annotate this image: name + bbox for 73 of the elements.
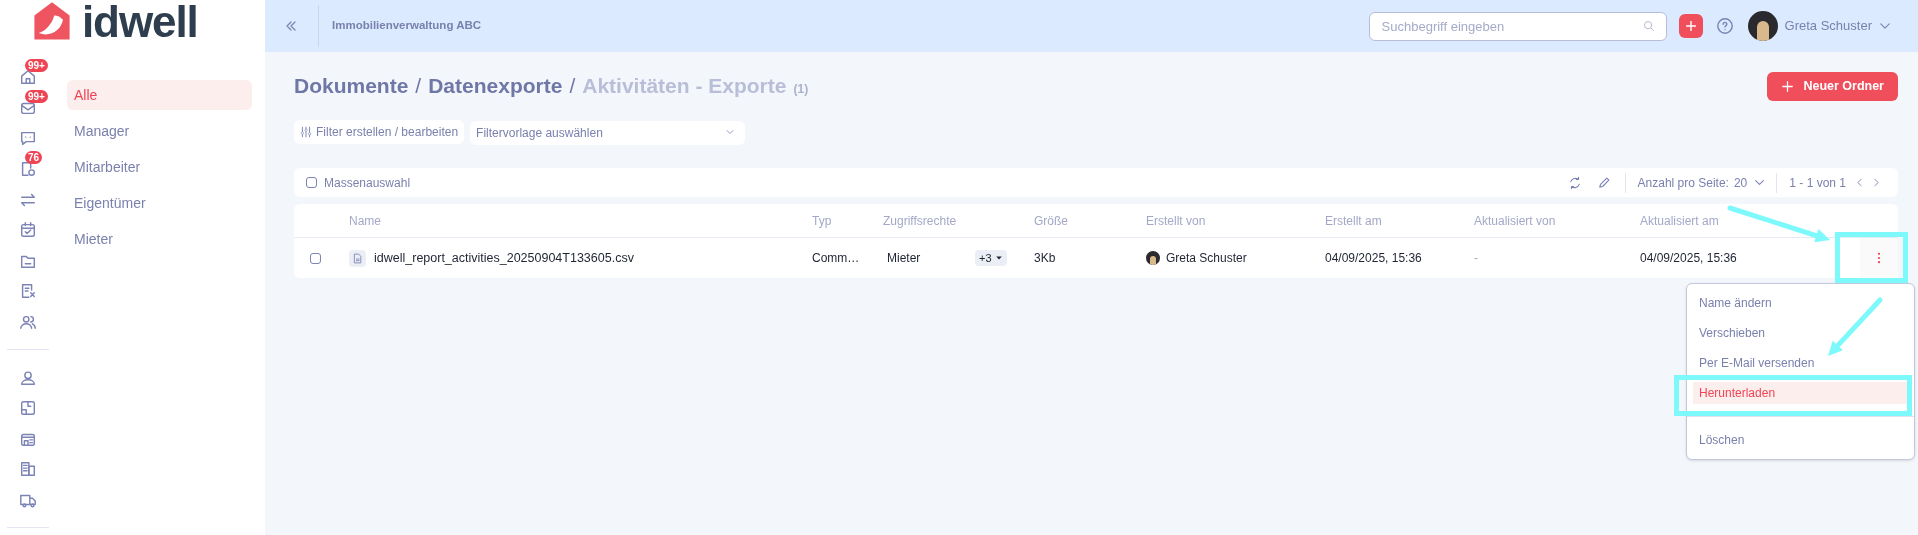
subnav-item[interactable]: Mitarbeiter [67,152,252,182]
more-access-button[interactable]: +3 [975,250,1007,266]
add-button[interactable] [1678,14,1703,38]
user-name[interactable]: Greta Schuster [1784,16,1872,36]
pagination-range: 1 - 1 von 1 [1789,174,1846,192]
logo-text: idwell [82,0,198,44]
breadcrumb-link[interactable]: Datenexporte [428,70,563,102]
search-icon [1642,19,1655,32]
plus-icon [1683,19,1698,33]
chevron-left-icon[interactable] [1854,177,1865,188]
new-folder-button[interactable]: Neuer Ordner [1767,71,1898,101]
column-header: Typ [812,212,833,230]
per-page-select[interactable]: 20 [1733,173,1767,192]
bulk-select-label[interactable]: Massenauswahl [324,173,411,192]
column-header: Erstellt von [1146,212,1207,230]
table-cell-text: 04/09/2025, 15:36 [1640,250,1738,267]
floor-plan-icon[interactable] [19,399,37,418]
item-count: (1) [793,81,809,99]
plus-icon [1781,79,1795,93]
column-header: Erstellt am [1325,212,1383,230]
pencil-icon[interactable] [1596,175,1611,190]
menu-item[interactable]: Verschieben [1693,322,1908,344]
person-icon[interactable] [19,368,37,387]
column-header: Name [349,212,382,230]
search-field[interactable]: Suchbegriff eingeben [1368,11,1667,41]
breadcrumb-separator: / [569,73,576,100]
refresh-icon[interactable] [1567,175,1582,190]
subnav-item[interactable]: Alle [67,80,252,110]
column-header: Größe [1034,212,1069,230]
user-avatar [1146,251,1160,265]
menu-item[interactable]: Name ändern [1693,292,1908,314]
breadcrumb-separator: / [415,73,422,100]
table-cell-text: - [1474,250,1479,267]
invoice-icon[interactable] [19,282,37,301]
home-icon[interactable] [19,68,37,87]
sliders-icon [300,126,312,138]
table-cell-text: Mieter [887,250,922,267]
menu-item[interactable]: Per E-Mail versenden [1693,352,1908,374]
table-cell-text: Comm… [812,250,861,267]
filter-button[interactable]: Filter erstellen / bearbeiten [294,120,465,144]
arrow [1828,297,1883,356]
building-icon[interactable] [19,460,37,479]
filter-template-select[interactable]: Filtervorlage auswählen [470,121,746,145]
notification-badge: 99+ [25,59,48,72]
menu-item[interactable]: Herunterladen [1693,382,1908,404]
user-avatar[interactable] [1747,11,1778,41]
users-icon[interactable] [19,313,37,332]
workspace-title: Immobilienverwaltung ABC [332,18,482,34]
table-cell-text: Greta Schuster [1166,250,1247,267]
chevron-down-icon [725,127,736,137]
column-header: Aktualisiert von [1474,212,1557,230]
table-cell-text: 04/09/2025, 15:36 [1325,250,1423,267]
file-icon [349,249,366,267]
chevron-right-icon[interactable] [1871,177,1882,188]
subnav-item[interactable]: Eigentümer [67,188,252,218]
menu-item[interactable]: Löschen [1693,429,1908,451]
help-icon[interactable] [1715,17,1734,35]
caret-icon [994,254,1003,262]
calendar-check-icon[interactable] [19,221,37,240]
notification-badge: 99+ [25,89,48,103]
subnav-item[interactable]: Mieter [67,224,252,254]
file-name[interactable]: idwell_report_activities_20250904T133605.csv [374,248,634,268]
chat-icon[interactable] [19,129,37,148]
notification-badge: 76 [25,150,43,164]
table-cell-text: 3Kb [1034,250,1057,267]
breadcrumb-current: Aktivitäten - Exporte [582,73,787,100]
checkbox[interactable] [310,252,321,264]
column-header: Aktualisiert am [1640,212,1720,230]
checkbox[interactable] [306,177,317,188]
column-header: Zugriffsrechte [883,212,958,230]
per-page-label: Anzahl pro Seite: [1637,174,1729,192]
breadcrumb-link[interactable]: Dokumente [294,70,409,102]
subnav-item[interactable]: Manager [67,116,252,146]
